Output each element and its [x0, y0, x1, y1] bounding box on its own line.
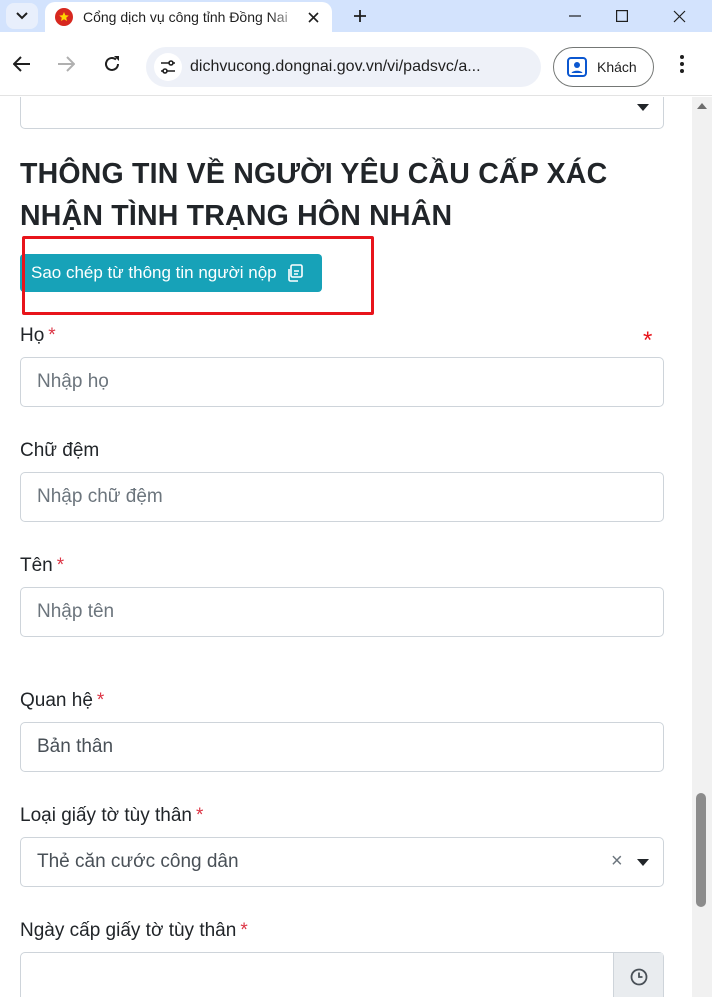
window-close-icon[interactable]: [656, 0, 702, 32]
id-type-label: Loại giấy tờ tùy thân *: [20, 805, 204, 826]
forward-icon[interactable]: [50, 48, 82, 80]
page-content: THÔNG TIN VỀ NGƯỜI YÊU CẦU CẤP XÁC NHẬN …: [0, 97, 692, 997]
last-name-placeholder: Nhập họ: [37, 371, 109, 392]
back-icon[interactable]: [6, 48, 38, 80]
site-info-icon[interactable]: [154, 53, 182, 81]
id-type-value: Thẻ căn cước công dân: [37, 851, 239, 872]
active-tab[interactable]: Cổng dịch vụ công tỉnh Đồng Nai: [45, 2, 332, 32]
chevron-down-icon: [637, 104, 649, 111]
first-name-label: Tên *: [20, 555, 65, 576]
first-name-input[interactable]: Nhập tên: [20, 587, 664, 637]
tab-list-icon: [16, 12, 28, 20]
page-scrollbar[interactable]: [692, 97, 712, 997]
required-mark: *: [240, 920, 248, 941]
id-issue-date-input[interactable]: [20, 952, 664, 997]
tab-strip: Cổng dịch vụ công tỉnh Đồng Nai: [0, 0, 712, 32]
required-mark: *: [48, 325, 56, 346]
minimize-icon[interactable]: [552, 0, 598, 32]
middle-name-input[interactable]: Nhập chữ đệm: [20, 472, 664, 522]
profile-button[interactable]: Khách: [553, 47, 654, 87]
tab-list-button[interactable]: [6, 3, 38, 29]
clock-icon[interactable]: [613, 953, 663, 997]
relationship-label: Quan hệ *: [20, 690, 105, 711]
last-name-input[interactable]: Nhập họ: [20, 357, 664, 407]
middle-name-label: Chữ đệm: [20, 440, 100, 461]
close-icon[interactable]: [302, 6, 324, 28]
required-mark: *: [195, 805, 204, 826]
plus-icon[interactable]: [346, 4, 374, 28]
scroll-thumb[interactable]: [696, 793, 706, 907]
relationship-input[interactable]: Bản thân: [20, 722, 664, 772]
first-name-placeholder: Nhập tên: [37, 601, 115, 622]
more-icon[interactable]: [666, 48, 698, 80]
required-mark: *: [96, 690, 105, 711]
profile-icon: [567, 57, 587, 77]
scroll-up-icon[interactable]: [697, 103, 707, 109]
middle-name-placeholder: Nhập chữ đệm: [37, 486, 163, 507]
relationship-value: Bản thân: [37, 736, 114, 757]
reload-icon[interactable]: [96, 48, 128, 80]
profile-label: Khách: [597, 59, 637, 75]
section-title: THÔNG TIN VỀ NGƯỜI YÊU CẦU CẤP XÁC NHẬN …: [20, 158, 608, 232]
clear-icon[interactable]: ×: [611, 850, 623, 873]
chevron-down-icon[interactable]: [637, 859, 649, 866]
browser-toolbar: dichvucong.dongnai.gov.vn/vi/padsvc/a...…: [0, 32, 712, 96]
id-issue-date-label: Ngày cấp giấy tờ tùy thân *: [20, 920, 248, 941]
favicon-icon: [55, 8, 73, 26]
required-mark: *: [56, 555, 65, 576]
last-name-label: Họ *: [20, 325, 56, 346]
highlight-annotation: [22, 236, 374, 315]
required-mark: *: [643, 327, 653, 354]
previous-select-field[interactable]: [20, 97, 664, 129]
tab-title: Cổng dịch vụ công tỉnh Đồng Nai: [83, 9, 288, 25]
id-type-select[interactable]: Thẻ căn cước công dân ×: [20, 837, 664, 887]
address-bar[interactable]: dichvucong.dongnai.gov.vn/vi/padsvc/a...: [146, 47, 541, 87]
maximize-icon[interactable]: [599, 0, 645, 32]
url-text: dichvucong.dongnai.gov.vn/vi/padsvc/a...: [190, 58, 481, 75]
